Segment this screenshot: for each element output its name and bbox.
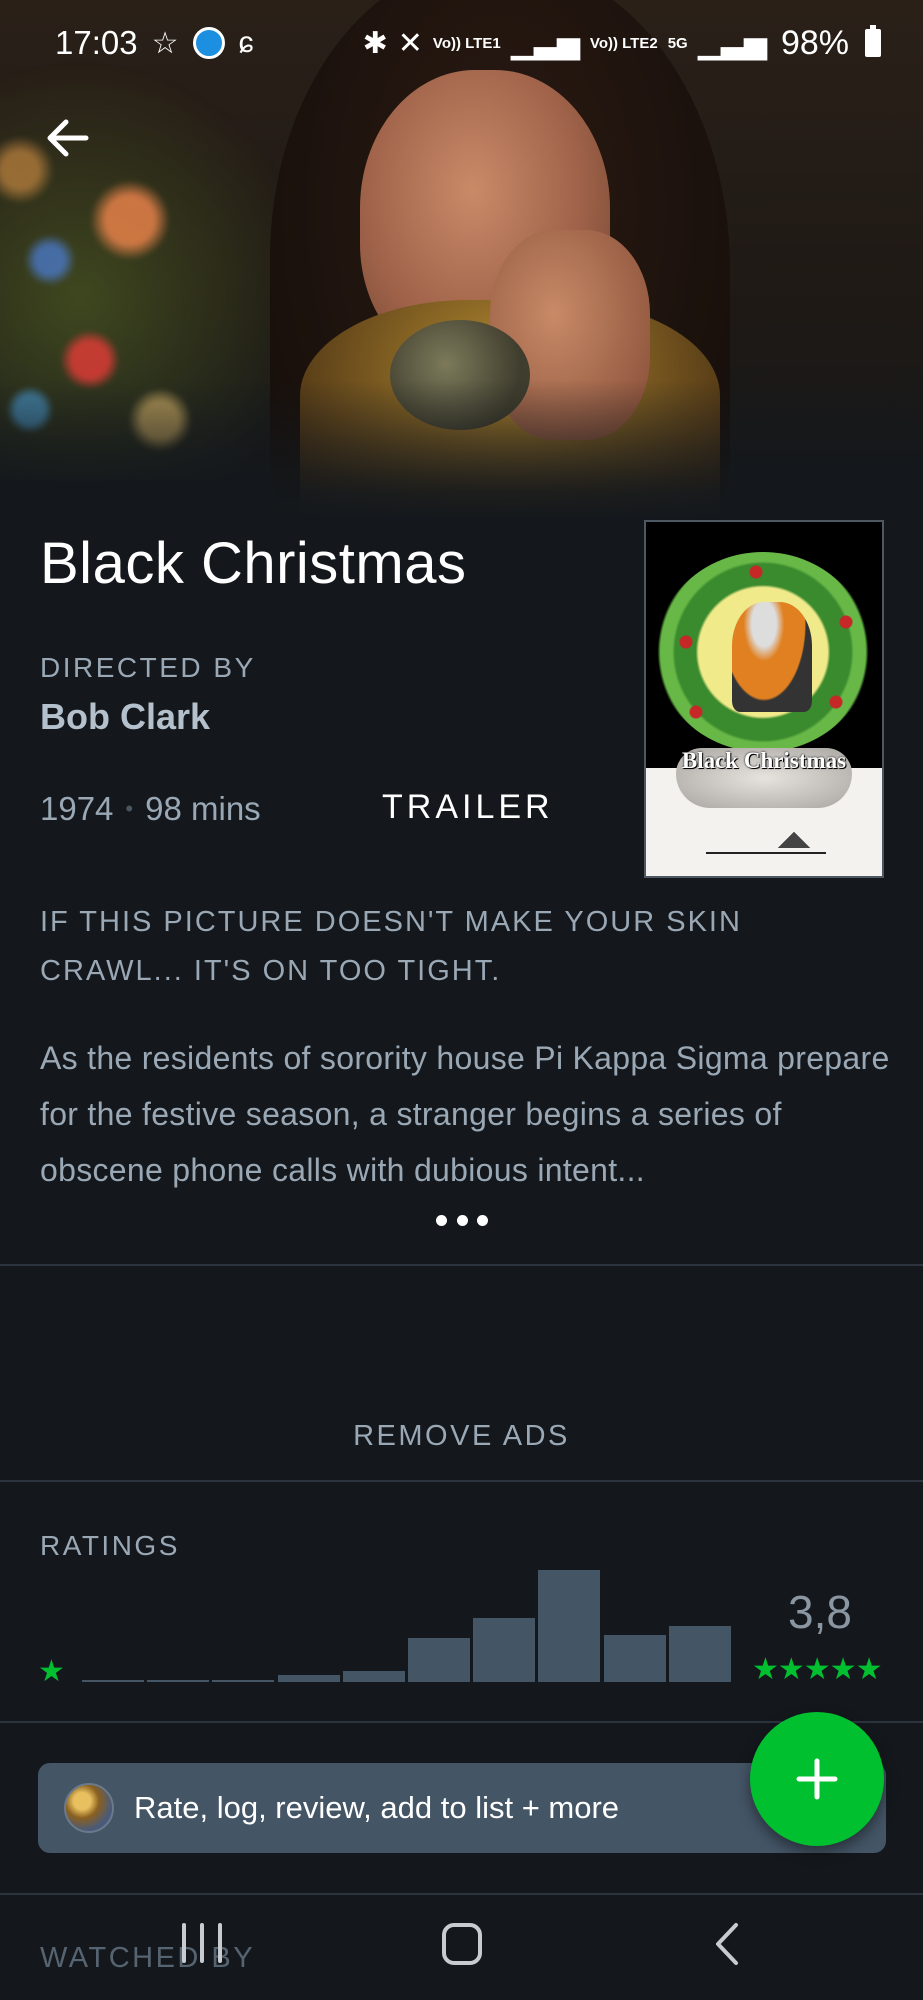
action-bar-label: Rate, log, review, add to list + more	[134, 1790, 620, 1825]
histogram-bar	[473, 1618, 536, 1682]
histogram-bar	[147, 1680, 210, 1682]
film-tagline: IF THIS PICTURE DOESN'T MAKE YOUR SKIN C…	[40, 906, 742, 987]
signal-icon-2: ▁▃▅	[697, 26, 767, 60]
histogram-bar	[82, 1680, 144, 1682]
divider	[0, 1264, 923, 1266]
sim2-label: Vo)) LTE2	[589, 34, 658, 52]
avatar	[64, 1783, 114, 1833]
status-time: 17:03	[55, 24, 138, 61]
directed-by-label: DIRECTED BY	[40, 652, 256, 683]
histogram-bar	[408, 1638, 470, 1682]
five-stars-icon: ★★★★★	[752, 1653, 882, 1686]
film-meta: 1974 • 98 mins	[40, 790, 261, 828]
battery-icon	[865, 25, 881, 57]
film-synopsis[interactable]: As the residents of sorority house Pi Ka…	[40, 1030, 890, 1198]
film-year[interactable]: 1974	[40, 790, 113, 828]
histogram-bar	[538, 1570, 601, 1682]
app-notification-icon	[192, 27, 225, 59]
system-nav-bar	[0, 1895, 923, 2000]
ratings-histogram[interactable]	[82, 1570, 734, 1682]
battery-percent: 98%	[780, 23, 849, 62]
histogram-bar	[277, 1675, 340, 1682]
director-link[interactable]: Bob Clark	[40, 696, 210, 738]
network-label: 5G	[667, 34, 688, 52]
mute-icon: ✕	[397, 26, 423, 60]
film-poster[interactable]: Black Christmas	[644, 520, 884, 878]
bluetooth-icon: ✱	[362, 26, 388, 60]
histogram-bar	[342, 1671, 405, 1682]
add-button[interactable]	[750, 1712, 884, 1846]
back-arrow-icon[interactable]	[40, 110, 96, 166]
news-app-icon: ɕ	[238, 26, 254, 59]
recent-apps-icon[interactable]	[182, 1923, 226, 1963]
ratings-label: RATINGS	[40, 1530, 180, 1561]
meta-separator: •	[125, 796, 134, 821]
film-title: Black Christmas	[40, 531, 467, 596]
sim1-label: Vo)) LTE1	[432, 34, 501, 52]
star-outline-icon: ☆	[151, 26, 179, 60]
plus-icon	[796, 1758, 838, 1800]
divider	[0, 1480, 923, 1482]
poster-title: Black Christmas	[681, 748, 847, 773]
status-bar: 17:03 ☆ ɕ ✱ ✕ Vo)) LTE1 ▁▃▅ Vo)) LTE2 5G…	[0, 0, 923, 86]
home-icon[interactable]	[442, 1923, 482, 1965]
nav-back-icon[interactable]	[706, 1919, 746, 1969]
signal-icon: ▁▃▅	[510, 26, 580, 60]
histogram-bar	[603, 1635, 666, 1682]
remove-ads-button[interactable]: REMOVE ADS	[0, 1420, 923, 1453]
trailer-button[interactable]: TRAILER	[382, 788, 554, 827]
film-runtime: 98 mins	[145, 790, 261, 827]
star-icon: ★	[38, 1655, 65, 1688]
more-dots-icon[interactable]	[436, 1208, 488, 1232]
histogram-bar	[668, 1626, 731, 1682]
histogram-bar	[212, 1680, 275, 1682]
average-rating: 3,8	[788, 1586, 852, 1638]
